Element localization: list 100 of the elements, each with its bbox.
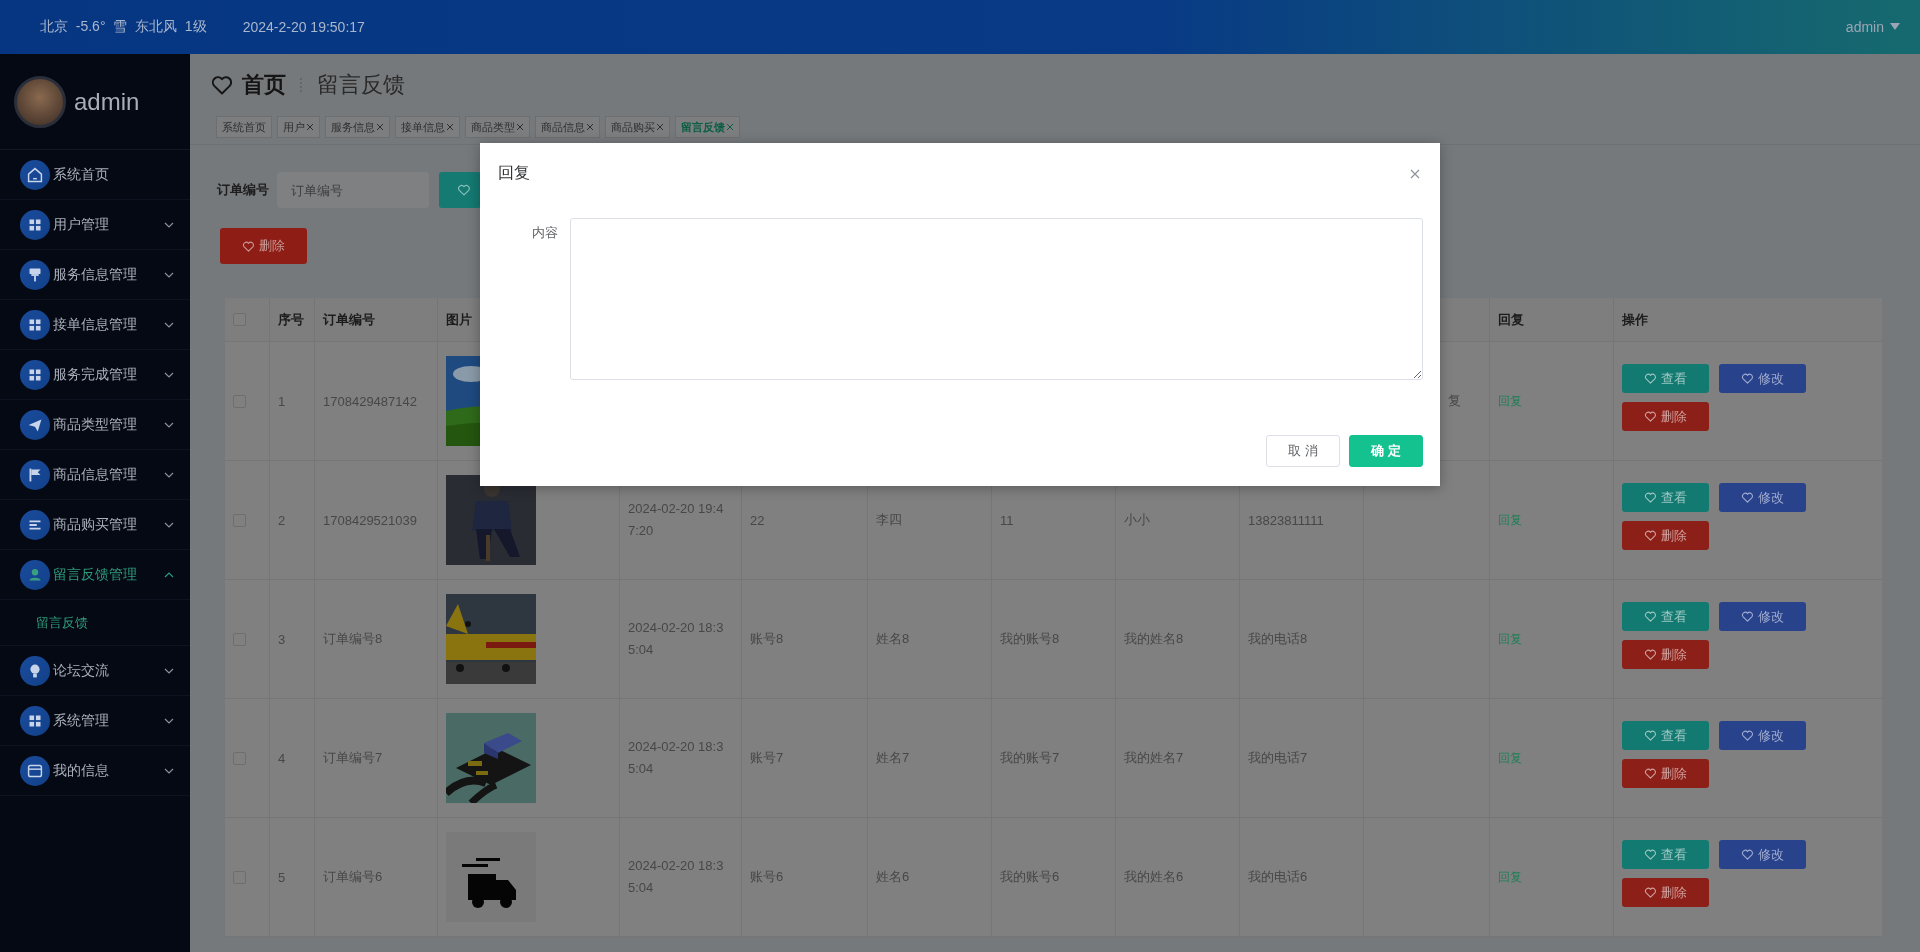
- heart-icon: [1644, 886, 1657, 899]
- heart-icon: [1741, 372, 1754, 385]
- heart-icon: [1741, 729, 1754, 742]
- action-button[interactable]: 查看: [1622, 364, 1709, 393]
- confirm-button[interactable]: 确定: [1349, 435, 1423, 467]
- heart-icon: [1741, 610, 1754, 623]
- page-tab[interactable]: 接单信息: [395, 116, 460, 138]
- field-label: 订单编号: [217, 181, 269, 199]
- page-tab[interactable]: 用户: [277, 116, 320, 138]
- heart-icon: [1644, 610, 1657, 623]
- action-button[interactable]: 删除: [1622, 640, 1709, 669]
- weather-text: 北京 -5.6° 雪 东北风 1级: [40, 18, 207, 36]
- cancel-button[interactable]: 取消: [1266, 435, 1340, 467]
- action-button[interactable]: 修改: [1719, 721, 1806, 750]
- heart-icon: [242, 239, 255, 253]
- close-icon[interactable]: [306, 123, 314, 131]
- close-icon[interactable]: [656, 123, 664, 131]
- chevron-icon[interactable]: [164, 421, 174, 428]
- chevron-icon[interactable]: [164, 571, 174, 578]
- table-cell: 4: [270, 699, 315, 817]
- heart-icon: [1644, 372, 1657, 385]
- heart-icon: [1644, 410, 1657, 423]
- table-cell: 3: [270, 580, 315, 698]
- input-field[interactable]: [570, 218, 1423, 380]
- breadcrumb-link[interactable]: 首页: [242, 70, 286, 100]
- heart-icon: [1644, 529, 1657, 542]
- table-cell: 2024-02-20 18:35:04: [620, 580, 742, 698]
- close-icon[interactable]: [726, 123, 734, 131]
- column-header: 订单编号: [315, 298, 438, 341]
- heart-icon: [1644, 491, 1657, 504]
- table-cell: 1: [270, 342, 315, 460]
- chevron-icon[interactable]: [164, 767, 174, 774]
- menu-item[interactable]: 留言反馈管理: [0, 550, 190, 600]
- action-button[interactable]: 删除: [1622, 878, 1709, 907]
- chevron-icon[interactable]: [164, 521, 174, 528]
- close-icon[interactable]: [1410, 168, 1420, 179]
- field-label: 内容: [531, 224, 559, 242]
- action-button[interactable]: 修改: [1719, 364, 1806, 393]
- action-button[interactable]: 删除: [1622, 759, 1709, 788]
- user-menu[interactable]: admin: [1845, 19, 1884, 35]
- menu-item[interactable]: 商品信息管理: [0, 450, 190, 500]
- breadcrumb-current: 留言反馈: [317, 71, 405, 99]
- action-button[interactable]: 查看: [1622, 721, 1709, 750]
- heart-icon: [1741, 491, 1754, 504]
- avatar: [14, 75, 66, 128]
- menu-item[interactable]: 我的信息: [0, 746, 190, 796]
- date-time: 2024-2-20 19:50:17: [242, 19, 365, 35]
- menu-item[interactable]: 系统管理: [0, 696, 190, 746]
- heart-icon: [210, 73, 234, 97]
- menu-item[interactable]: 服务完成管理: [0, 350, 190, 400]
- heart-icon: [1644, 729, 1657, 742]
- page-tab[interactable]: 服务信息: [325, 116, 390, 138]
- menu-item[interactable]: 商品购买管理: [0, 500, 190, 550]
- action-button[interactable]: 删除: [1622, 402, 1709, 431]
- heart-icon: [1741, 848, 1754, 861]
- chevron-icon[interactable]: [164, 371, 174, 378]
- page-tab[interactable]: 商品类型: [465, 116, 530, 138]
- menu-item[interactable]: 用户管理: [0, 200, 190, 250]
- page-tab[interactable]: 系统首页: [216, 116, 272, 138]
- menu-item[interactable]: 论坛交流: [0, 646, 190, 696]
- delete-button[interactable]: 删除: [220, 228, 307, 264]
- action-button[interactable]: 查看: [1622, 840, 1709, 869]
- close-icon[interactable]: [516, 123, 524, 131]
- table-cell: 2: [270, 461, 315, 579]
- column-header: 回复: [1490, 298, 1614, 341]
- page-tab[interactable]: 商品信息: [535, 116, 600, 138]
- action-button[interactable]: 查看: [1622, 602, 1709, 631]
- chevron-icon[interactable]: [164, 471, 174, 478]
- dialog-title: 回复: [498, 163, 530, 183]
- menu-item[interactable]: 系统首页: [0, 150, 190, 200]
- chevron-icon[interactable]: [164, 221, 174, 228]
- action-button[interactable]: 修改: [1719, 483, 1806, 512]
- search-field[interactable]: 订单编号: [277, 172, 429, 208]
- close-icon[interactable]: [586, 123, 594, 131]
- page-tab[interactable]: 商品购买: [605, 116, 670, 138]
- chevron-icon[interactable]: [164, 271, 174, 278]
- close-icon[interactable]: [446, 123, 454, 131]
- heart-icon: [1644, 648, 1657, 661]
- close-icon[interactable]: [376, 123, 384, 131]
- column-header: 序号: [270, 298, 315, 341]
- heart-icon: [1644, 767, 1657, 780]
- table-cell: 1708429521039: [315, 461, 438, 579]
- chevron-icon[interactable]: [164, 717, 174, 724]
- search-button[interactable]: [439, 172, 481, 208]
- chevron-icon[interactable]: [164, 667, 174, 674]
- action-button[interactable]: 修改: [1719, 602, 1806, 631]
- username: admin: [74, 87, 140, 116]
- column-header: 操作: [1621, 310, 1649, 329]
- menu-item[interactable]: 商品类型管理: [0, 400, 190, 450]
- menu-item[interactable]: 服务信息管理: [0, 250, 190, 300]
- heart-icon: [457, 183, 471, 197]
- caret-icon[interactable]: [1890, 23, 1900, 31]
- menu-item[interactable]: 接单信息管理: [0, 300, 190, 350]
- action-button[interactable]: 删除: [1622, 521, 1709, 550]
- chevron-icon[interactable]: [164, 321, 174, 328]
- action-button[interactable]: 查看: [1622, 483, 1709, 512]
- heart-icon: [1644, 848, 1657, 861]
- table-cell: 5: [270, 818, 315, 936]
- table-cell: 2024-02-20 18:35:04: [620, 699, 742, 817]
- action-button[interactable]: 修改: [1719, 840, 1806, 869]
